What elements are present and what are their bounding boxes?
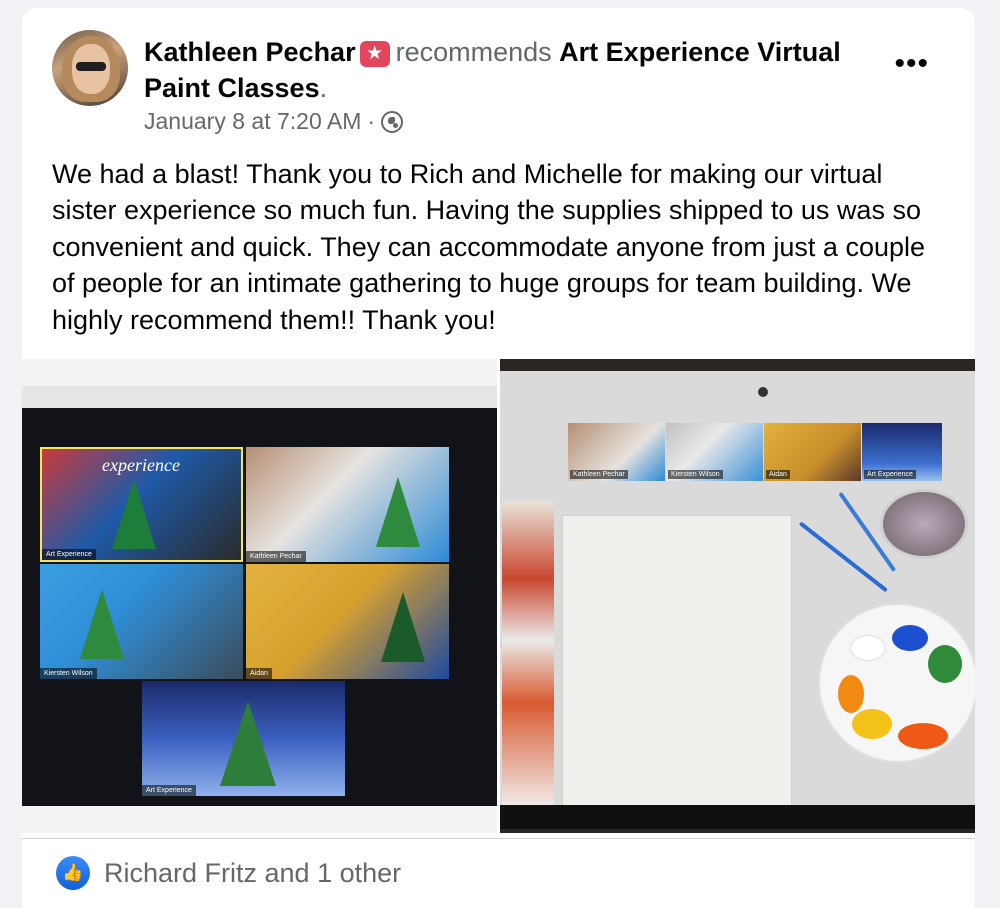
- paint-blob-white: [850, 635, 886, 661]
- tree-painting: [220, 701, 276, 786]
- water-cup: [880, 489, 968, 559]
- reactions-text: Richard Fritz and 1 other: [104, 857, 402, 888]
- paint-blob-green: [928, 645, 962, 683]
- meta-separator: ·: [367, 108, 376, 134]
- flyer-stack: [502, 501, 554, 811]
- zoom-taskbar: [500, 805, 975, 829]
- tree-painting: [376, 477, 420, 547]
- paint-blob-yellow: [852, 709, 892, 739]
- video-tile: Kathleen Pechar: [246, 447, 449, 562]
- video-strip-tile: Art Experience: [862, 423, 942, 481]
- post-timestamp-link[interactable]: January 8 at 7:20 AM: [144, 108, 361, 135]
- recommends-verb: recommends: [395, 37, 552, 67]
- more-horizontal-icon[interactable]: •••: [894, 49, 929, 79]
- reactions-summary[interactable]: 👍 Richard Fritz and 1 other: [56, 856, 401, 890]
- strip-name-label: Art Experience: [864, 470, 916, 479]
- tile-name-label: Kathleen Pechar: [246, 551, 306, 562]
- post-meta: January 8 at 7:20 AM ·: [144, 108, 404, 135]
- tile-name-label: Art Experience: [42, 549, 96, 560]
- video-tile: Kiersten Wilson: [40, 564, 243, 679]
- experience-logo-text: experience: [102, 455, 180, 475]
- zoom-title-bar: [22, 386, 497, 408]
- photo-grid: experience Art Experience Kathleen Pecha…: [22, 358, 975, 833]
- strip-name-label: Aidan: [766, 470, 790, 479]
- like-icon: 👍: [56, 856, 90, 890]
- globe-icon[interactable]: [381, 110, 404, 133]
- strip-name-label: Kiersten Wilson: [668, 470, 723, 479]
- tree-painting: [112, 479, 156, 549]
- post-body-text: We had a blast! Thank you to Rich and Mi…: [52, 159, 926, 335]
- post-card: Kathleen Pechar ★ recommends Art Experienc…: [22, 8, 975, 908]
- video-strip-tile: Aidan: [764, 423, 861, 481]
- tree-painting: [80, 589, 124, 659]
- monitor-screen: Kathleen Pechar Kiersten Wilson Aidan Ar…: [500, 371, 975, 829]
- strip-name-label: Kathleen Pechar: [570, 470, 628, 479]
- tile-name-label: Kiersten Wilson: [40, 668, 97, 679]
- video-tile: Art Experience: [142, 681, 345, 796]
- video-strip-tile: Kiersten Wilson: [666, 423, 763, 481]
- tile-name-label: Aidan: [246, 668, 272, 679]
- post-header: Kathleen Pechar ★ recommends Art Experienc…: [144, 34, 864, 106]
- video-strip-tile: Kathleen Pechar: [568, 423, 665, 481]
- tile-name-label: Art Experience: [142, 785, 196, 796]
- tree-painting: [381, 592, 425, 662]
- footer-divider: [22, 838, 975, 839]
- zoom-window: experience Art Experience Kathleen Pecha…: [22, 386, 497, 806]
- webcam-dot: [758, 387, 768, 397]
- photo-painting-setup[interactable]: Kathleen Pechar Kiersten Wilson Aidan Ar…: [500, 359, 975, 833]
- header-period: .: [319, 73, 328, 103]
- paintbrush: [798, 521, 888, 593]
- author-avatar[interactable]: [52, 30, 128, 106]
- avatar-sunglasses: [76, 62, 106, 71]
- paint-blob-orange: [838, 675, 864, 713]
- star-badge-icon: ★: [359, 41, 390, 67]
- video-tile: Aidan: [246, 564, 449, 679]
- video-tile: experience Art Experience: [40, 447, 243, 562]
- paint-blob-red-orange: [898, 723, 948, 749]
- paint-palette: [818, 603, 975, 763]
- photo-zoom-gallery[interactable]: experience Art Experience Kathleen Pecha…: [22, 359, 497, 833]
- author-name-link[interactable]: Kathleen Pechar: [144, 37, 356, 67]
- paint-blob-blue: [892, 625, 928, 651]
- blank-canvas: [562, 515, 792, 815]
